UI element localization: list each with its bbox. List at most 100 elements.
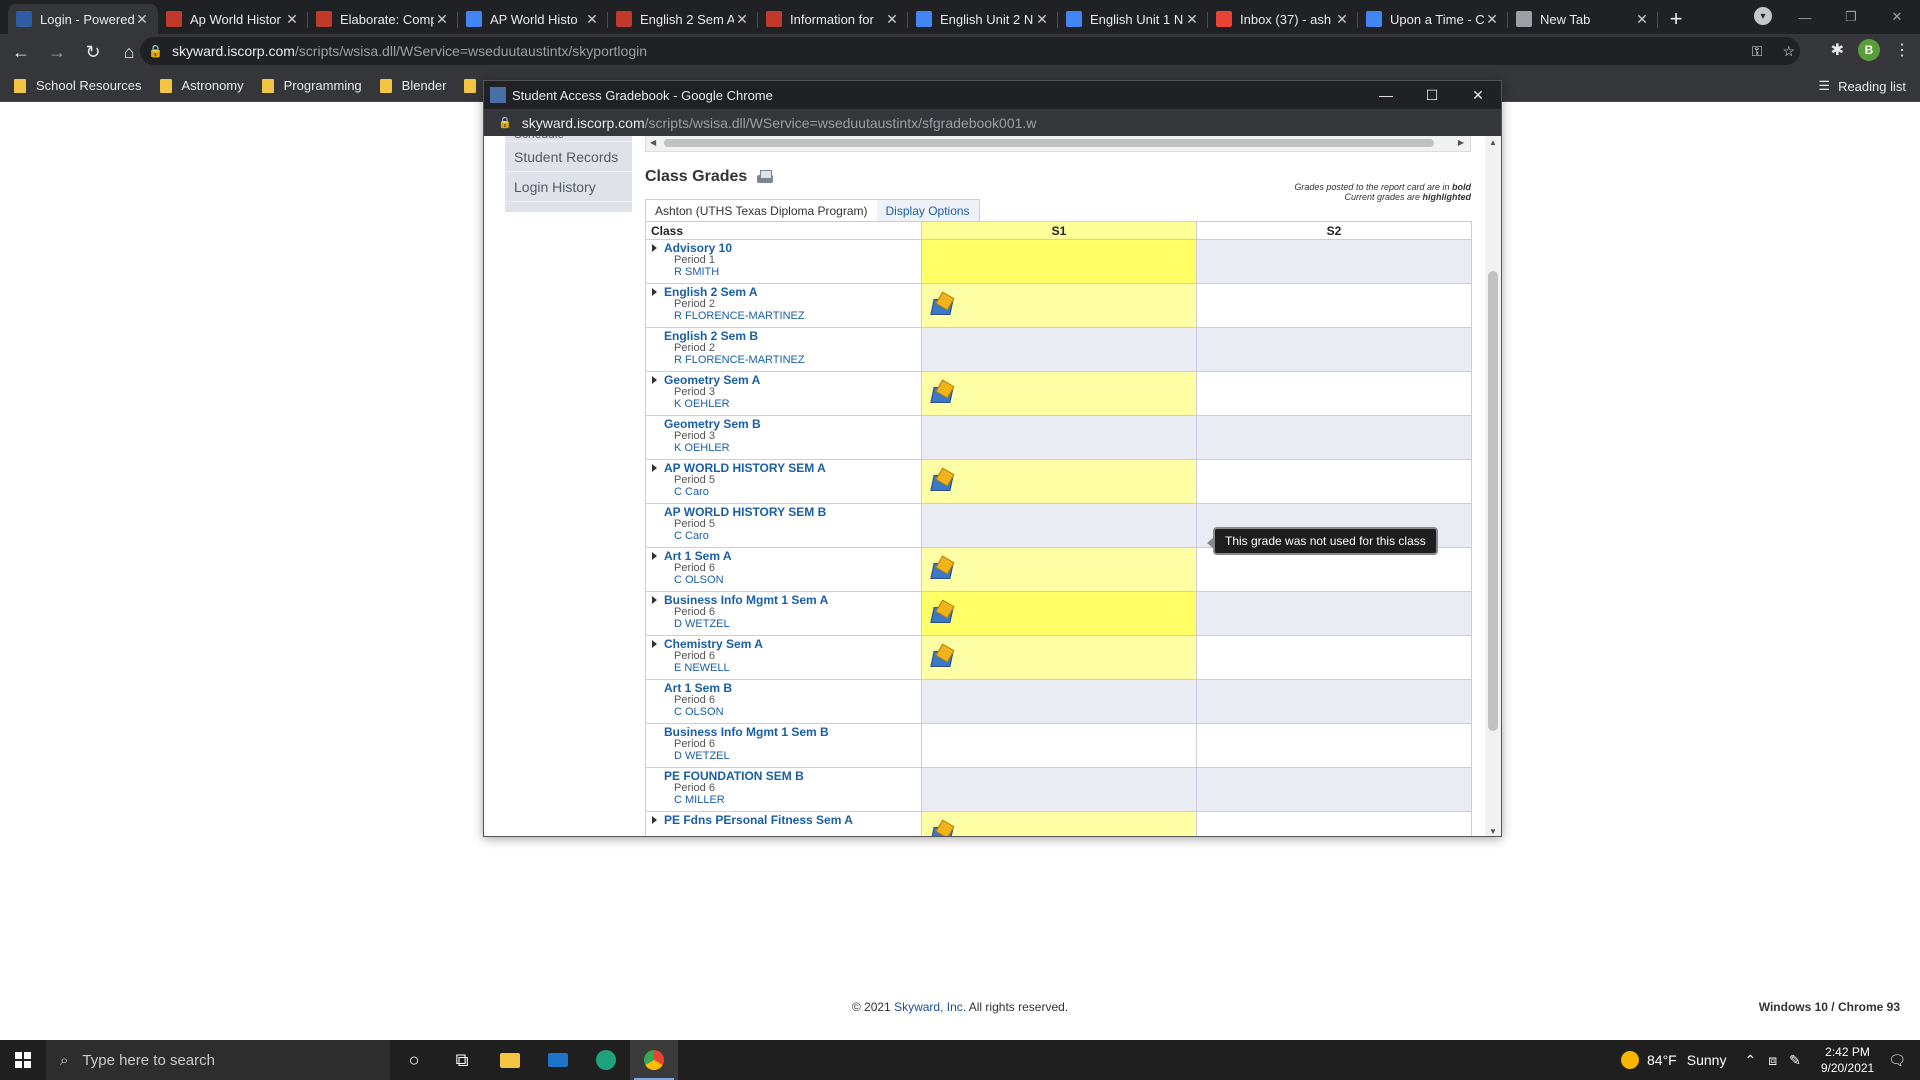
s2-grade-cell[interactable] [1196,591,1472,636]
teacher-link[interactable]: C OLSON [664,574,921,586]
browser-tab[interactable]: English Unit 2 N ✕ [908,4,1058,34]
grade-book-icon[interactable] [930,470,954,492]
address-bar[interactable]: 🔒 skyward.iscorp.com /scripts/wsisa.dll/… [140,37,1800,65]
profile-avatar[interactable]: B [1858,39,1880,61]
reading-list[interactable]: ☰ Reading list [1818,78,1906,94]
class-name-link[interactable]: Chemistry Sem A [664,638,921,650]
teacher-link[interactable]: D WETZEL [664,618,921,630]
s1-grade-cell[interactable] [921,283,1197,328]
vertical-scrollbar[interactable]: ▲ ▼ [1485,136,1501,836]
tab-close-icon[interactable]: ✕ [434,11,450,28]
tab-close-icon[interactable]: ✕ [1334,11,1350,28]
s1-grade-cell[interactable] [921,723,1197,768]
clock[interactable]: 2:42 PM 9/20/2021 [1821,1044,1874,1076]
s2-grade-cell[interactable] [1196,327,1472,372]
s1-grade-cell[interactable] [921,635,1197,680]
class-name-link[interactable]: English 2 Sem A [664,286,921,298]
weather-temp[interactable]: 84°F [1647,1052,1677,1068]
teacher-link[interactable]: E NEWELL [664,662,921,674]
expand-arrow-icon[interactable] [652,464,657,472]
s1-grade-cell[interactable] [921,327,1197,372]
class-name-link[interactable]: English 2 Sem B [664,330,921,342]
horizontal-scrollbar[interactable]: ◀ ▶ [645,136,1471,152]
file-explorer-icon[interactable] [486,1040,534,1080]
weather-sun-icon[interactable] [1621,1051,1640,1069]
scroll-right-icon[interactable]: ▶ [1458,138,1464,147]
expand-arrow-icon[interactable] [652,552,657,560]
tab-close-icon[interactable]: ✕ [1184,11,1200,28]
edge-icon[interactable] [582,1040,630,1080]
bookmark-folder[interactable]: Astronomy [159,78,244,93]
scroll-down-icon[interactable]: ▼ [1485,827,1501,836]
tab-close-icon[interactable]: ✕ [284,11,300,28]
browser-tab[interactable]: Upon a Time - C ✕ [1358,4,1508,34]
nav-student-records[interactable]: Student Records [505,142,632,172]
chrome-icon[interactable] [630,1040,678,1080]
grade-book-icon[interactable] [930,602,954,624]
scroll-left-icon[interactable]: ◀ [650,138,656,147]
display-options-link[interactable]: Display Options [876,200,979,221]
grade-book-icon[interactable] [930,294,954,316]
s2-grade-cell[interactable] [1196,723,1472,768]
popup-maximize-icon[interactable]: ☐ [1409,81,1455,109]
teacher-link[interactable]: K OEHLER [664,398,921,410]
class-name-link[interactable]: PE Fdns PErsonal Fitness Sem A [664,814,921,826]
teacher-link[interactable]: R FLORENCE-MARTINEZ [664,354,921,366]
browser-tab[interactable]: Information for ✕ [758,4,908,34]
key-icon[interactable]: ⚿ [1752,43,1763,60]
s1-grade-cell[interactable] [921,547,1197,592]
tab-close-icon[interactable]: ✕ [734,11,750,28]
browser-tab[interactable]: Elaborate: Comp ✕ [308,4,458,34]
expand-arrow-icon[interactable] [652,596,657,604]
browser-tab[interactable]: English Unit 1 N ✕ [1058,4,1208,34]
grade-book-icon[interactable] [930,646,954,668]
s1-grade-cell[interactable] [921,503,1197,548]
s1-grade-cell[interactable] [921,591,1197,636]
browser-tab[interactable]: Ap World Histor ✕ [158,4,308,34]
teacher-link[interactable]: C OLSON [664,706,921,718]
s1-grade-cell[interactable] [921,679,1197,724]
lock-icon[interactable]: 🔒 [148,44,163,58]
teacher-link[interactable]: D WETZEL [664,750,921,762]
teacher-link[interactable]: R FLORENCE-MARTINEZ [664,310,921,322]
grade-book-icon[interactable] [930,558,954,580]
grade-book-icon[interactable] [930,382,954,404]
teacher-link[interactable]: K OEHLER [664,442,921,454]
col-s2-header[interactable]: S2 [1196,221,1472,240]
scroll-up-icon[interactable]: ▲ [1485,138,1501,147]
tab-search-icon[interactable]: ▾ [1754,7,1772,25]
class-name-link[interactable]: Geometry Sem B [664,418,921,430]
extensions-icon[interactable]: ✱ [1831,40,1844,60]
expand-arrow-icon[interactable] [652,288,657,296]
bookmark-folder[interactable]: Programming [261,78,362,93]
expand-arrow-icon[interactable] [652,640,657,648]
class-name-link[interactable]: PE FOUNDATION SEM B [664,770,921,782]
cortana-icon[interactable]: ○ [390,1040,438,1080]
tab-close-icon[interactable]: ✕ [584,11,600,28]
tab-close-icon[interactable]: ✕ [1484,11,1500,28]
tab-close-icon[interactable]: ✕ [1034,11,1050,28]
class-name-link[interactable]: Art 1 Sem B [664,682,921,694]
s1-grade-cell[interactable] [921,415,1197,460]
browser-tab[interactable]: English 2 Sem A ✕ [608,4,758,34]
s1-grade-cell[interactable] [921,371,1197,416]
mail-icon[interactable] [534,1040,582,1080]
printer-icon[interactable] [755,169,775,185]
start-button[interactable] [0,1040,46,1080]
class-name-link[interactable]: Art 1 Sem A [664,550,921,562]
pen-icon[interactable]: ✎ [1789,1052,1801,1069]
notifications-icon[interactable]: 🗨 [1888,1052,1906,1069]
expand-arrow-icon[interactable] [652,376,657,384]
class-name-link[interactable]: Advisory 10 [664,242,921,254]
minimize-icon[interactable]: — [1782,0,1828,34]
class-name-link[interactable]: Business Info Mgmt 1 Sem A [664,594,921,606]
class-name-link[interactable]: AP WORLD HISTORY SEM A [664,462,921,474]
weather-desc[interactable]: Sunny [1687,1052,1727,1068]
expand-arrow-icon[interactable] [652,244,657,252]
tab-close-icon[interactable]: ✕ [134,11,150,28]
vertical-scroll-thumb[interactable] [1488,271,1498,731]
nav-login-history[interactable]: Login History [505,172,632,202]
bookmark-star-icon[interactable]: ☆ [1782,43,1795,60]
bookmark-folder[interactable]: Blender [379,78,446,93]
menu-icon[interactable]: ⋮ [1894,40,1910,60]
